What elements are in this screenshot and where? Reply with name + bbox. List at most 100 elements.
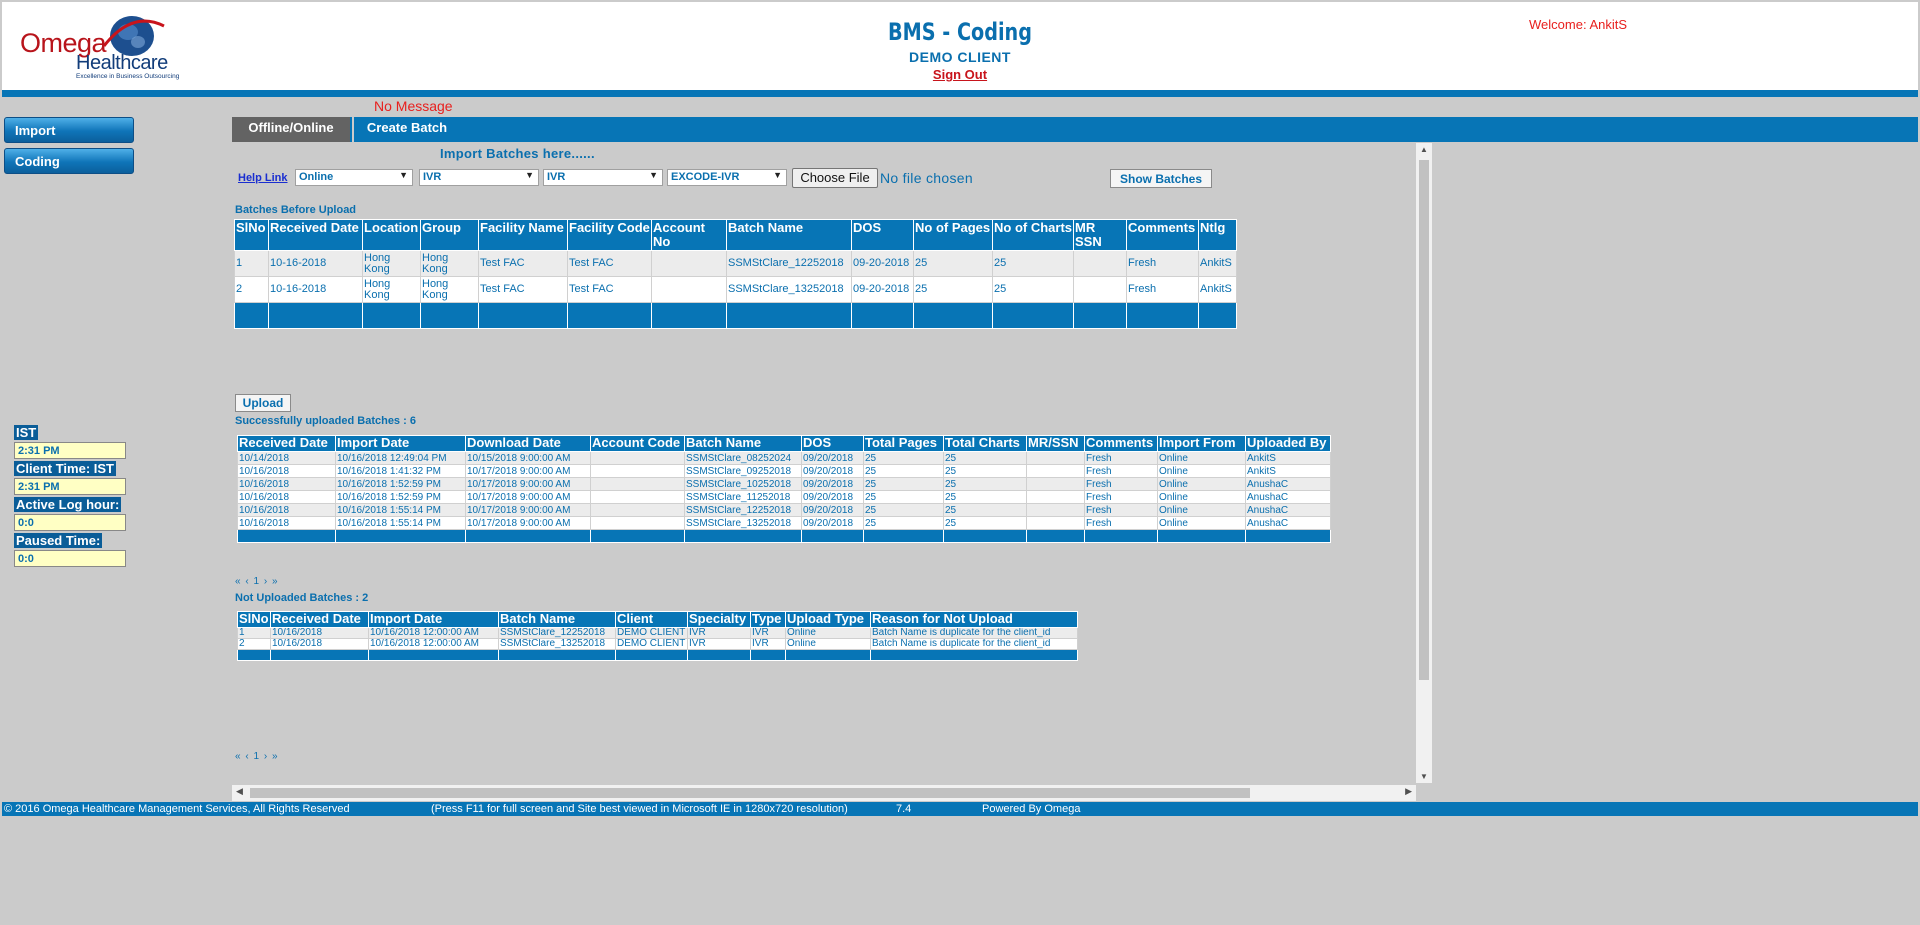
scroll-down-icon[interactable]: ▼ [1416, 772, 1432, 781]
table-row: 10/16/2018 10/16/2018 1:52:59 PM 10/17/201… [237, 490, 1331, 504]
pager-prev[interactable]: ‹ [245, 751, 249, 762]
table-cell: 2 [237, 638, 271, 650]
chevron-down-icon: ▼ [649, 170, 658, 180]
table-cell: 10-16-2018 [268, 250, 363, 277]
column-header: Account No [651, 219, 727, 251]
table-cell: Batch Name is duplicate for the client_i… [870, 638, 1078, 650]
column-header: Specialty [687, 611, 751, 628]
column-header: MR/SSN [1026, 435, 1085, 452]
vertical-scrollbar[interactable]: ▲ ▼ [1416, 143, 1432, 783]
table-footer-cell [651, 302, 727, 329]
table-footer-cell [590, 529, 685, 543]
tab-offline-online[interactable]: Offline/Online [232, 117, 350, 142]
scroll-up-icon[interactable]: ▲ [1416, 145, 1432, 154]
table-row: 1 10/16/2018 10/16/2018 12:00:00 AM SSMStCl… [237, 627, 1078, 639]
column-header: Upload Type [785, 611, 871, 628]
table-cell: 09/20/2018 [801, 451, 864, 465]
table-cell: 10/14/2018 [237, 451, 336, 465]
column-header: Facility Name [478, 219, 568, 251]
table-footer-cell [851, 302, 914, 329]
pager-not-uploaded: « ‹ 1 › » [235, 751, 279, 762]
help-link[interactable]: Help Link [238, 172, 288, 184]
table-cell: 10/16/2018 12:49:04 PM [335, 451, 466, 465]
table-footer-cell [362, 302, 421, 329]
table-cell: 10-16-2018 [268, 276, 363, 303]
chevron-down-icon: ▼ [525, 170, 534, 180]
client-select[interactable]: EXCODE-IVR ▼ [667, 169, 787, 186]
table-cell: IVR [750, 638, 786, 650]
pager-next[interactable]: › [264, 751, 268, 762]
table-header-row: Received Date Import Date Download Date Acc… [237, 435, 1331, 452]
choose-file-button[interactable]: Choose File [792, 168, 878, 188]
table-cell: SSMStClare_10252018 [684, 477, 802, 491]
table-cell: 10/16/2018 12:00:00 AM [368, 627, 499, 639]
nav-coding-button[interactable]: Coding [4, 148, 134, 174]
not-uploaded-table: SlNo Received Date Import Date Batch Name Cl… [237, 611, 1078, 661]
table-cell: 10/16/2018 [270, 627, 369, 639]
sign-out-link[interactable]: Sign Out [2, 67, 1918, 82]
table-cell: Hong Kong [362, 276, 421, 303]
pager-prev[interactable]: ‹ [245, 576, 249, 587]
table-cell [1073, 250, 1127, 277]
table-cell [1026, 477, 1085, 491]
table-cell: SSMStClare_11252018 [684, 490, 802, 504]
scroll-right-icon[interactable]: ▶ [1405, 786, 1412, 797]
table-cell: Hong Kong [420, 276, 479, 303]
table-cell: 25 [863, 464, 944, 478]
table-cell: 25 [943, 464, 1027, 478]
table-cell: Fresh [1084, 516, 1158, 530]
table-cell: 10/16/2018 12:00:00 AM [368, 638, 499, 650]
vertical-scroll-thumb[interactable] [1419, 160, 1429, 680]
table-footer-row [237, 529, 1331, 543]
chevron-down-icon: ▼ [399, 170, 408, 180]
upload-button[interactable]: Upload [235, 394, 291, 412]
footer-version: 7.4 [896, 803, 912, 815]
horizontal-scrollbar[interactable]: ◀ ▶ [232, 785, 1416, 801]
table-cell: Hong Kong [420, 250, 479, 277]
table-footer-cell [863, 529, 944, 543]
table-footer-cell [335, 529, 466, 543]
pager-page[interactable]: 1 [253, 751, 260, 762]
client-time-value: 2:31 PM [14, 478, 126, 495]
table-cell: Fresh [1084, 503, 1158, 517]
specialty-select[interactable]: IVR ▼ [419, 169, 539, 186]
table-cell: 10/16/2018 1:52:59 PM [335, 477, 466, 491]
column-header: MR SSN [1073, 219, 1127, 251]
table-footer-cell [465, 529, 591, 543]
table-cell [1026, 516, 1085, 530]
pager-first[interactable]: « [235, 751, 242, 762]
pager-uploaded: « ‹ 1 › » [235, 576, 279, 587]
table-row: 2 10-16-2018 Hong Kong Hong Kong Test FAC Tes… [234, 276, 1237, 303]
tab-create-batch[interactable]: Create Batch [352, 117, 460, 142]
table-row: 10/16/2018 10/16/2018 1:52:59 PM 10/17/201… [237, 477, 1331, 491]
pager-first[interactable]: « [235, 576, 242, 587]
table-footer-cell [615, 649, 688, 661]
table-footer-cell [478, 302, 568, 329]
table-cell: AnushaC [1245, 490, 1331, 504]
scroll-left-icon[interactable]: ◀ [236, 786, 243, 797]
table-header-row: SlNo Received Date Import Date Batch Name Cl… [237, 611, 1078, 628]
column-header: Total Charts [943, 435, 1027, 452]
pager-page[interactable]: 1 [253, 576, 260, 587]
table-cell: 10/16/2018 1:55:14 PM [335, 516, 466, 530]
table-cell: Test FAC [567, 276, 652, 303]
table-cell: IVR [687, 627, 751, 639]
table-cell: 25 [943, 516, 1027, 530]
table-cell: AnushaC [1245, 477, 1331, 491]
table-cell: AnkitS [1245, 464, 1331, 478]
app-title: BMS - Coding [888, 18, 1032, 46]
type-select[interactable]: IVR ▼ [543, 169, 663, 186]
table-footer-cell [420, 302, 479, 329]
table-cell [1026, 503, 1085, 517]
nav-import-button[interactable]: Import [4, 117, 134, 143]
pager-next[interactable]: › [264, 576, 268, 587]
pager-last[interactable]: » [272, 576, 279, 587]
footer-powered: Powered By Omega [982, 803, 1081, 815]
show-batches-button[interactable]: Show Batches [1110, 169, 1212, 188]
table-footer-cell [237, 649, 271, 661]
table-footer-cell [726, 302, 852, 329]
pager-last[interactable]: » [272, 751, 279, 762]
horizontal-scroll-thumb[interactable] [250, 788, 1250, 798]
mode-select[interactable]: Online ▼ [295, 169, 413, 186]
table-cell [1026, 464, 1085, 478]
